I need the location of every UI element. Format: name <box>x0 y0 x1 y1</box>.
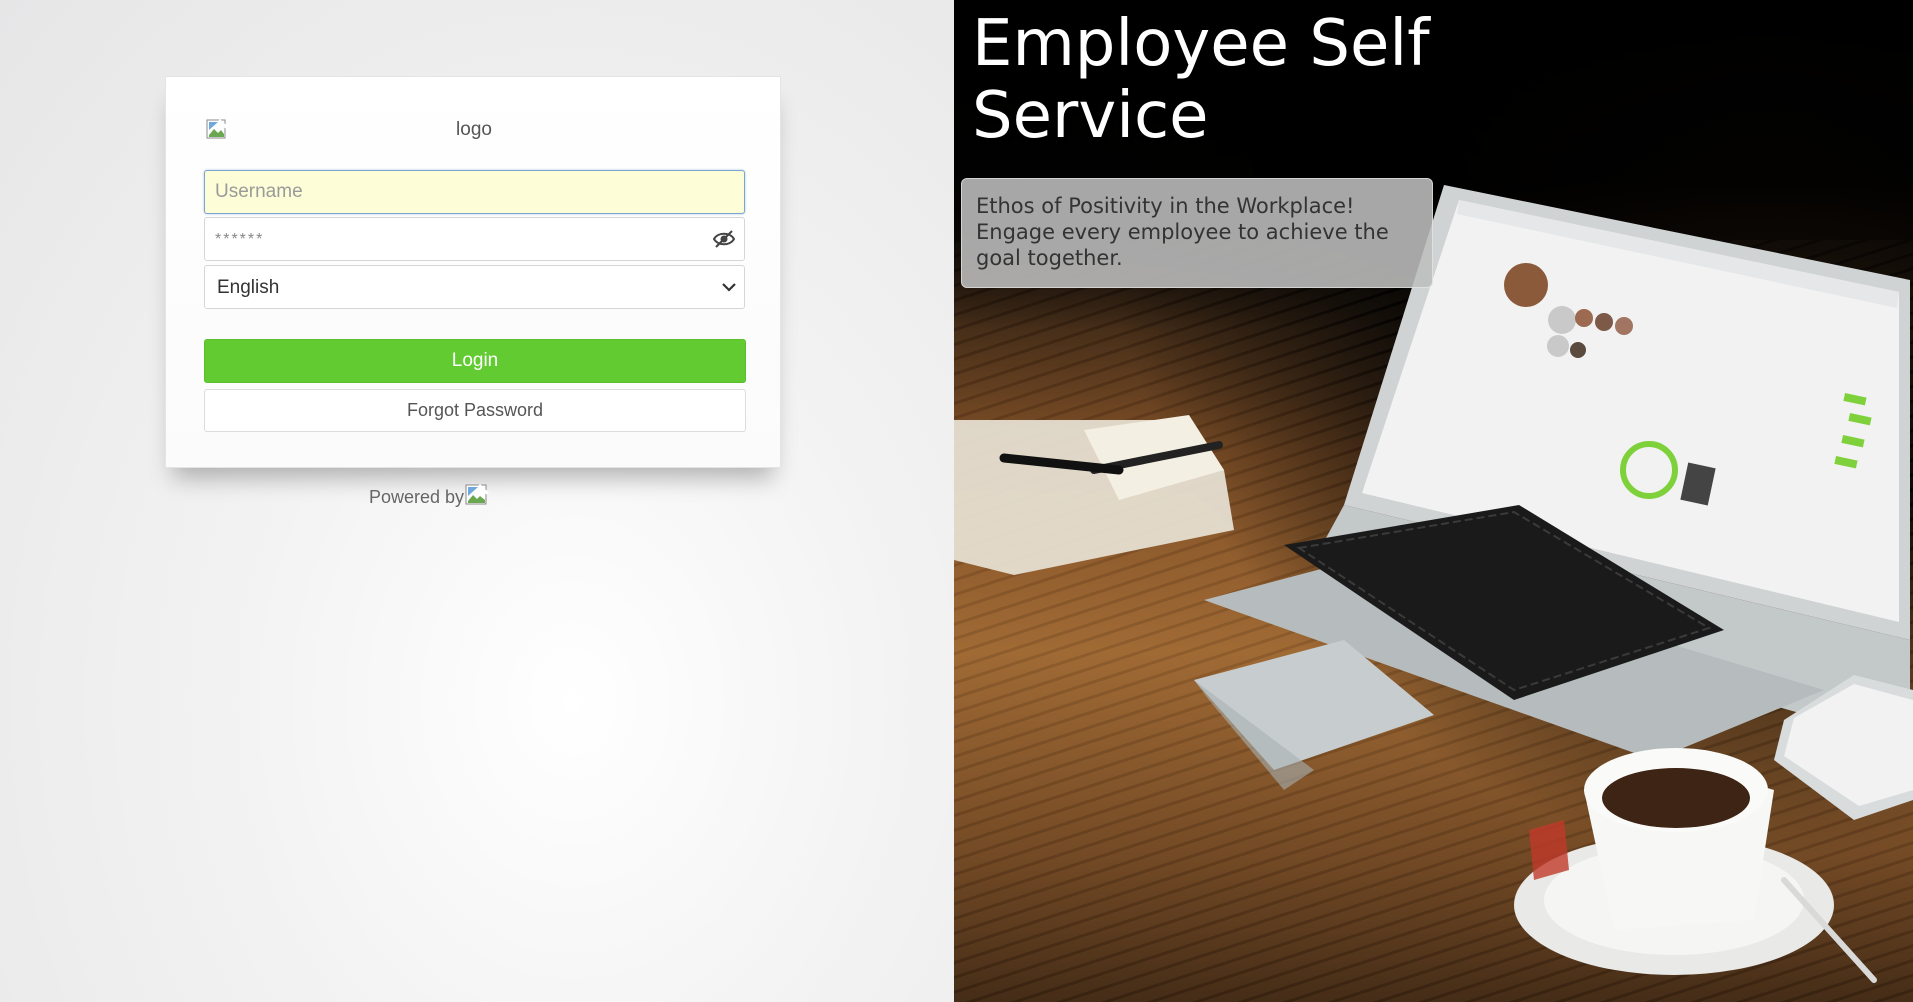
login-button[interactable]: Login <box>204 339 746 383</box>
notebook <box>954 415 1234 575</box>
language-select-wrap: English <box>204 265 745 309</box>
powered-by: Powered by <box>369 484 490 508</box>
hero-title: Employee Self Service <box>972 7 1430 153</box>
login-panel: logo English Login Forgot Password Power… <box>0 0 954 1002</box>
hero-panel: Employee Self Service Ethos of Positivit… <box>954 0 1913 1002</box>
eye-off-icon[interactable] <box>711 227 737 251</box>
broken-image-icon <box>465 484 490 505</box>
logo-alt-text: logo <box>456 119 492 140</box>
powered-by-label: Powered by <box>369 487 465 507</box>
logo-row: logo <box>204 115 744 145</box>
password-input[interactable] <box>204 217 745 261</box>
language-select[interactable]: English <box>204 265 745 309</box>
hero-tagline: Ethos of Positivity in the Workplace! En… <box>961 178 1433 288</box>
forgot-password-button[interactable]: Forgot Password <box>204 389 746 432</box>
username-input[interactable] <box>204 170 745 214</box>
login-card: logo English Login Forgot Password <box>165 76 781 468</box>
